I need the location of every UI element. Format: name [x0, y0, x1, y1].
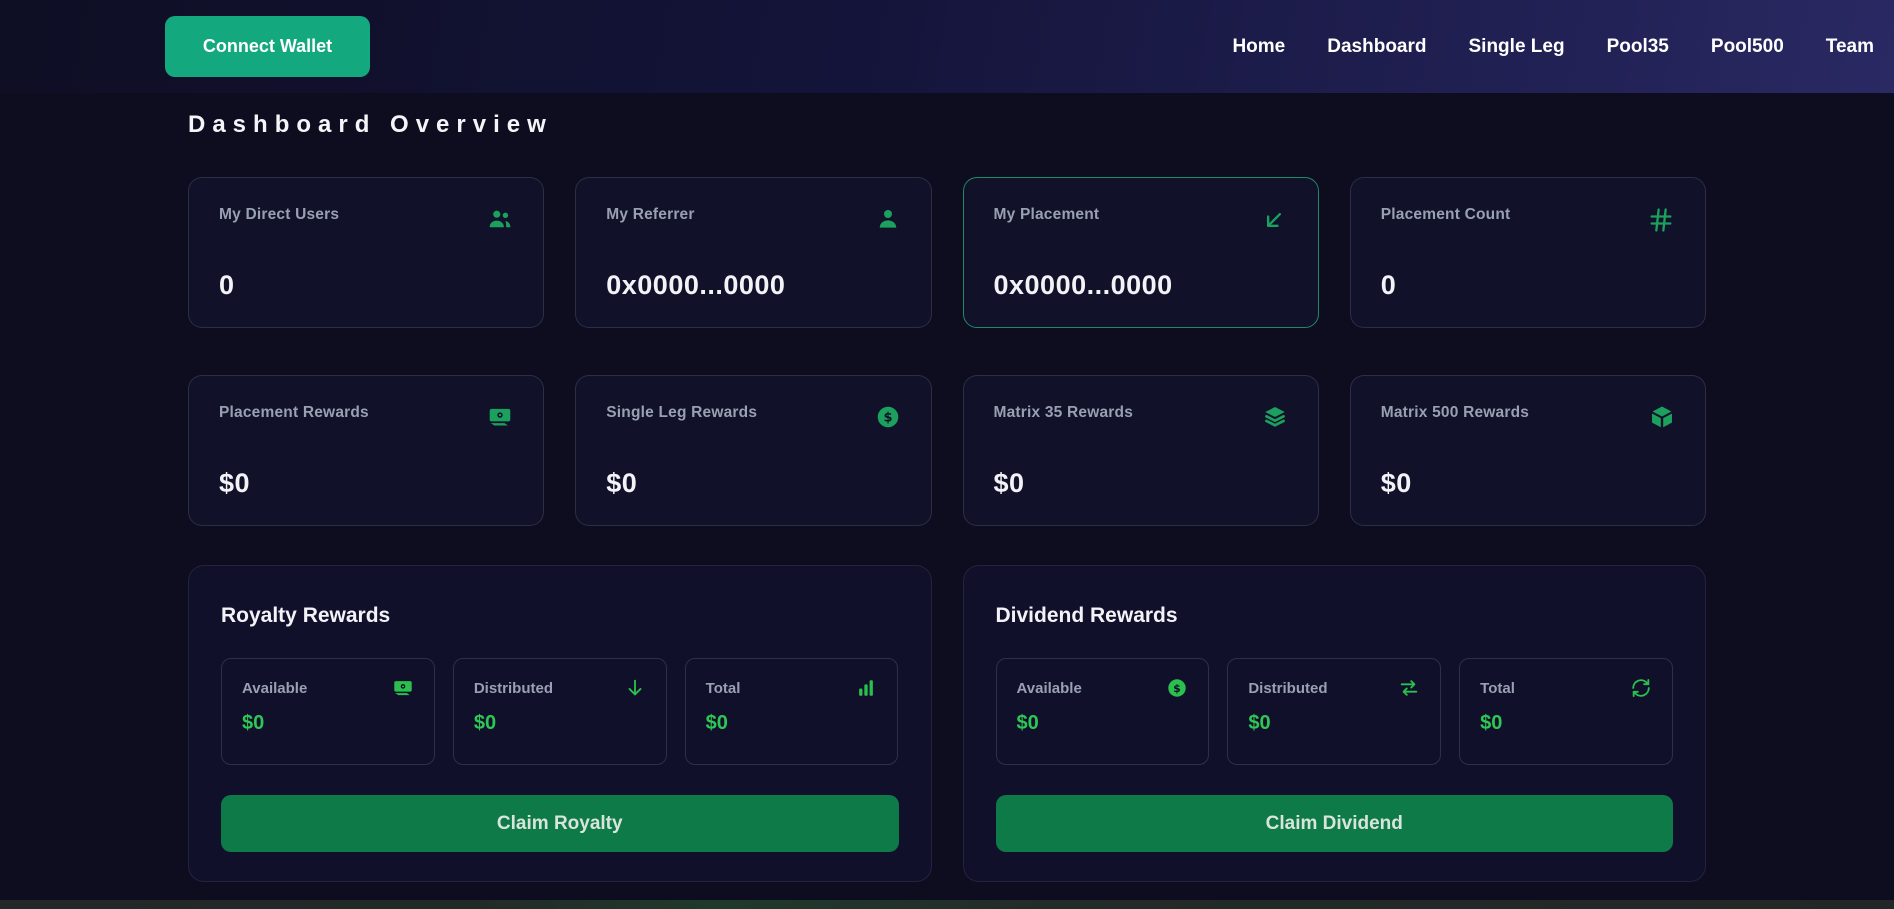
stat-card-value: 0: [1381, 270, 1675, 301]
sub-stat-label: Available: [1017, 680, 1082, 697]
layers-icon: [1262, 404, 1288, 430]
dividend-rewards-panel: Dividend Rewards Available $ $0: [963, 565, 1707, 882]
stat-card-label: Placement Count: [1381, 206, 1511, 224]
dividend-distributed-card: Distributed $0: [1227, 658, 1441, 765]
stat-card-value: 0x0000...0000: [606, 270, 900, 301]
royalty-available-card: Available $0: [221, 658, 435, 765]
nav-item-dashboard[interactable]: Dashboard: [1327, 36, 1426, 58]
dividend-stats: Available $ $0 Distributed: [996, 658, 1674, 765]
panel-title: Dividend Rewards: [996, 604, 1674, 628]
dollar-circle-icon: $: [875, 404, 901, 430]
claim-dividend-button[interactable]: Claim Dividend: [996, 795, 1674, 852]
royalty-stats: Available $0: [221, 658, 899, 765]
stat-cards-row-1: My Direct Users 0 My Referrer: [188, 177, 1706, 328]
banknote-icon: [487, 404, 513, 430]
stat-card-value: $0: [1381, 468, 1675, 499]
footer-strip: [0, 900, 1894, 909]
claim-royalty-button[interactable]: Claim Royalty: [221, 795, 899, 852]
sub-stat-value: $0: [1480, 712, 1652, 735]
panel-title: Royalty Rewards: [221, 604, 899, 628]
stat-card-label: My Direct Users: [219, 206, 339, 224]
dividend-total-card: Total $0: [1459, 658, 1673, 765]
stat-card-value: 0x0000...0000: [994, 270, 1288, 301]
hash-icon: [1647, 206, 1675, 234]
arrow-down-icon: [624, 677, 646, 699]
transfer-icon: [1398, 677, 1420, 699]
sub-stat-label: Distributed: [1248, 680, 1327, 697]
rewards-panels: Royalty Rewards Available: [188, 565, 1706, 882]
stat-card-value: 0: [219, 270, 513, 301]
stat-card-value: $0: [994, 468, 1288, 499]
stat-card-matrix-500-rewards: Matrix 500 Rewards $0: [1350, 375, 1706, 526]
bar-chart-icon: [855, 677, 877, 699]
nav-item-pool500[interactable]: Pool500: [1711, 36, 1784, 58]
box-icon: [1649, 404, 1675, 430]
nav-item-single-leg[interactable]: Single Leg: [1469, 36, 1565, 58]
stat-card-value: $0: [219, 468, 513, 499]
arrow-down-left-icon: [1260, 206, 1288, 234]
sub-stat-label: Distributed: [474, 680, 553, 697]
sub-stat-value: $0: [474, 712, 646, 735]
svg-text:$: $: [883, 411, 892, 426]
nav-item-team[interactable]: Team: [1826, 36, 1874, 58]
sub-stat-label: Total: [706, 680, 741, 697]
nav-links: Home Dashboard Single Leg Pool35 Pool500…: [1232, 36, 1874, 58]
stat-cards-row-2: Placement Rewards $0 Single Leg Rewards: [188, 375, 1706, 526]
royalty-total-card: Total $0: [685, 658, 899, 765]
royalty-rewards-panel: Royalty Rewards Available: [188, 565, 932, 882]
stat-card-my-placement: My Placement 0x0000...0000: [963, 177, 1319, 328]
sub-stat-value: $0: [706, 712, 878, 735]
stat-card-label: Single Leg Rewards: [606, 404, 757, 422]
stat-card-matrix-35-rewards: Matrix 35 Rewards $0: [963, 375, 1319, 526]
nav-item-home[interactable]: Home: [1232, 36, 1285, 58]
users-icon: [487, 206, 513, 232]
banknote-icon: [392, 677, 414, 699]
stat-card-label: My Referrer: [606, 206, 694, 224]
royalty-distributed-card: Distributed $0: [453, 658, 667, 765]
main-content: Dashboard Overview My Direct Users 0 My …: [0, 93, 1894, 882]
stat-card-my-referrer: My Referrer 0x0000...0000: [575, 177, 931, 328]
svg-text:$: $: [1174, 682, 1182, 695]
stat-card-label: My Placement: [994, 206, 1100, 224]
dividend-available-card: Available $ $0: [996, 658, 1210, 765]
sub-stat-label: Available: [242, 680, 307, 697]
connect-wallet-button[interactable]: Connect Wallet: [165, 16, 370, 77]
sub-stat-value: $0: [1017, 712, 1189, 735]
stat-card-label: Matrix 500 Rewards: [1381, 404, 1529, 422]
stat-card-my-direct-users: My Direct Users 0: [188, 177, 544, 328]
dollar-circle-icon: $: [1166, 677, 1188, 699]
sub-stat-value: $0: [242, 712, 414, 735]
page-title: Dashboard Overview: [188, 111, 1706, 139]
stat-card-single-leg-rewards: Single Leg Rewards $ $0: [575, 375, 931, 526]
top-navbar: Connect Wallet Home Dashboard Single Leg…: [0, 0, 1894, 93]
stat-card-value: $0: [606, 468, 900, 499]
stat-card-placement-rewards: Placement Rewards $0: [188, 375, 544, 526]
sub-stat-label: Total: [1480, 680, 1515, 697]
refresh-icon: [1630, 677, 1652, 699]
user-icon: [875, 206, 901, 232]
sub-stat-value: $0: [1248, 712, 1420, 735]
stat-card-label: Placement Rewards: [219, 404, 369, 422]
stat-card-placement-count: Placement Count 0: [1350, 177, 1706, 328]
stat-card-label: Matrix 35 Rewards: [994, 404, 1134, 422]
nav-item-pool35[interactable]: Pool35: [1607, 36, 1669, 58]
